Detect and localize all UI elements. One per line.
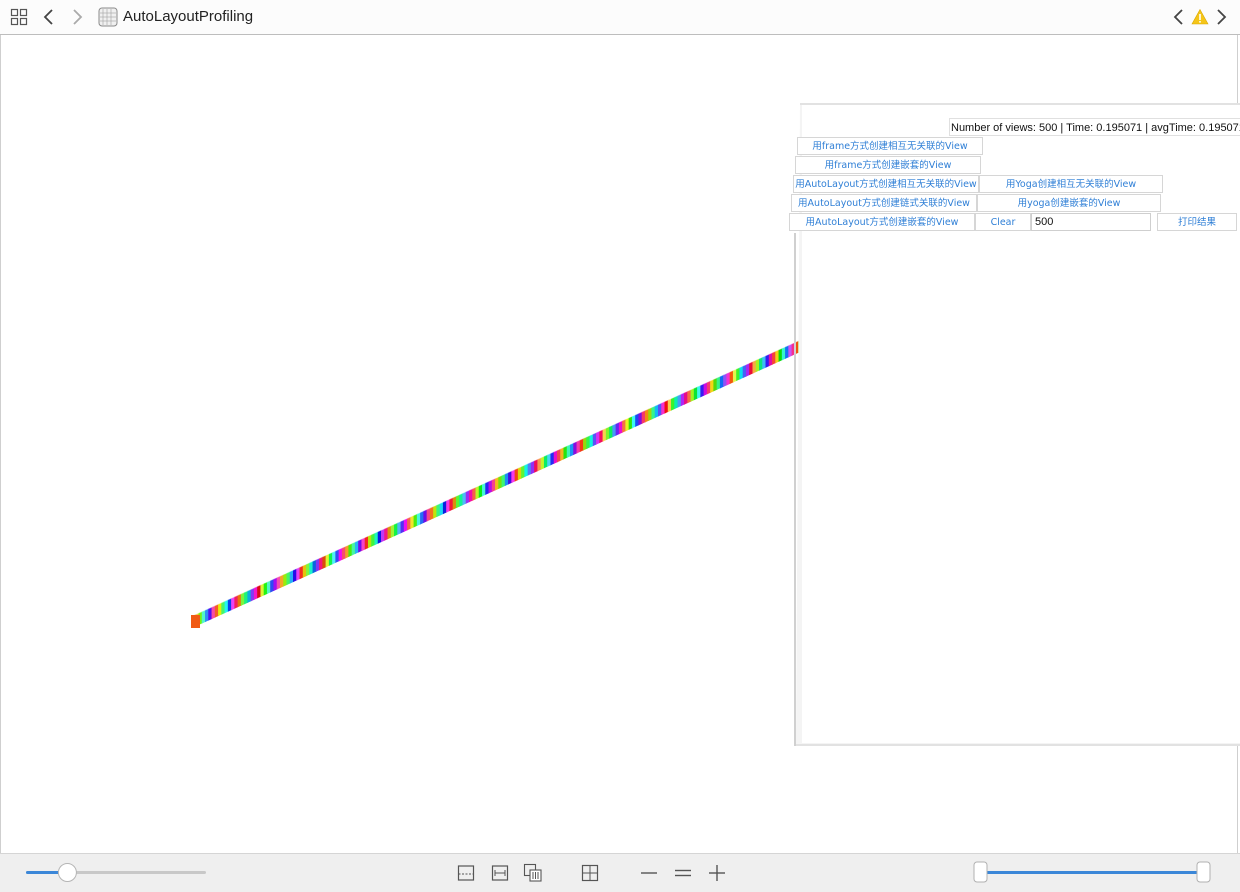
root-view-layer[interactable] (191, 615, 200, 628)
range-slider-max-handle[interactable] (1196, 861, 1211, 883)
show-frames-icon[interactable] (490, 863, 510, 883)
debug-bottom-bar (0, 853, 1240, 892)
clear-button[interactable]: Clear (975, 213, 1031, 231)
stats-label: Number of views: 500 | Time: 0.195071 | … (949, 118, 1240, 136)
orient-icon[interactable] (580, 863, 600, 883)
zoom-out-icon[interactable] (639, 863, 659, 883)
range-slider[interactable] (970, 854, 1218, 890)
range-slider-min-handle[interactable] (973, 861, 988, 883)
show-constraints-icon[interactable] (523, 863, 543, 883)
zoom-in-icon[interactable] (707, 863, 727, 883)
frame-nested-button[interactable]: 用frame方式创建嵌套的View (795, 156, 981, 174)
spacing-slider[interactable] (22, 854, 222, 890)
frame-unrelated-button[interactable]: 用frame方式创建相互无关联的View (797, 137, 983, 155)
actual-size-icon[interactable] (673, 863, 693, 883)
print-result-button[interactable]: 打印结果 (1157, 213, 1237, 231)
autolayout-nested-button[interactable]: 用AutoLayout方式创建嵌套的View (789, 213, 975, 231)
yoga-nested-button[interactable]: 用yoga创建嵌套的View (977, 194, 1161, 212)
autolayout-unrelated-button[interactable]: 用AutoLayout方式创建相互无关联的View (793, 175, 979, 193)
show-clipped-content-icon[interactable] (456, 863, 476, 883)
view-count-input[interactable] (1031, 213, 1151, 231)
yoga-unrelated-button[interactable]: 用Yoga创建相互无关联的View (979, 175, 1163, 193)
autolayout-chain-button[interactable]: 用AutoLayout方式创建链式关联的View (791, 194, 977, 212)
